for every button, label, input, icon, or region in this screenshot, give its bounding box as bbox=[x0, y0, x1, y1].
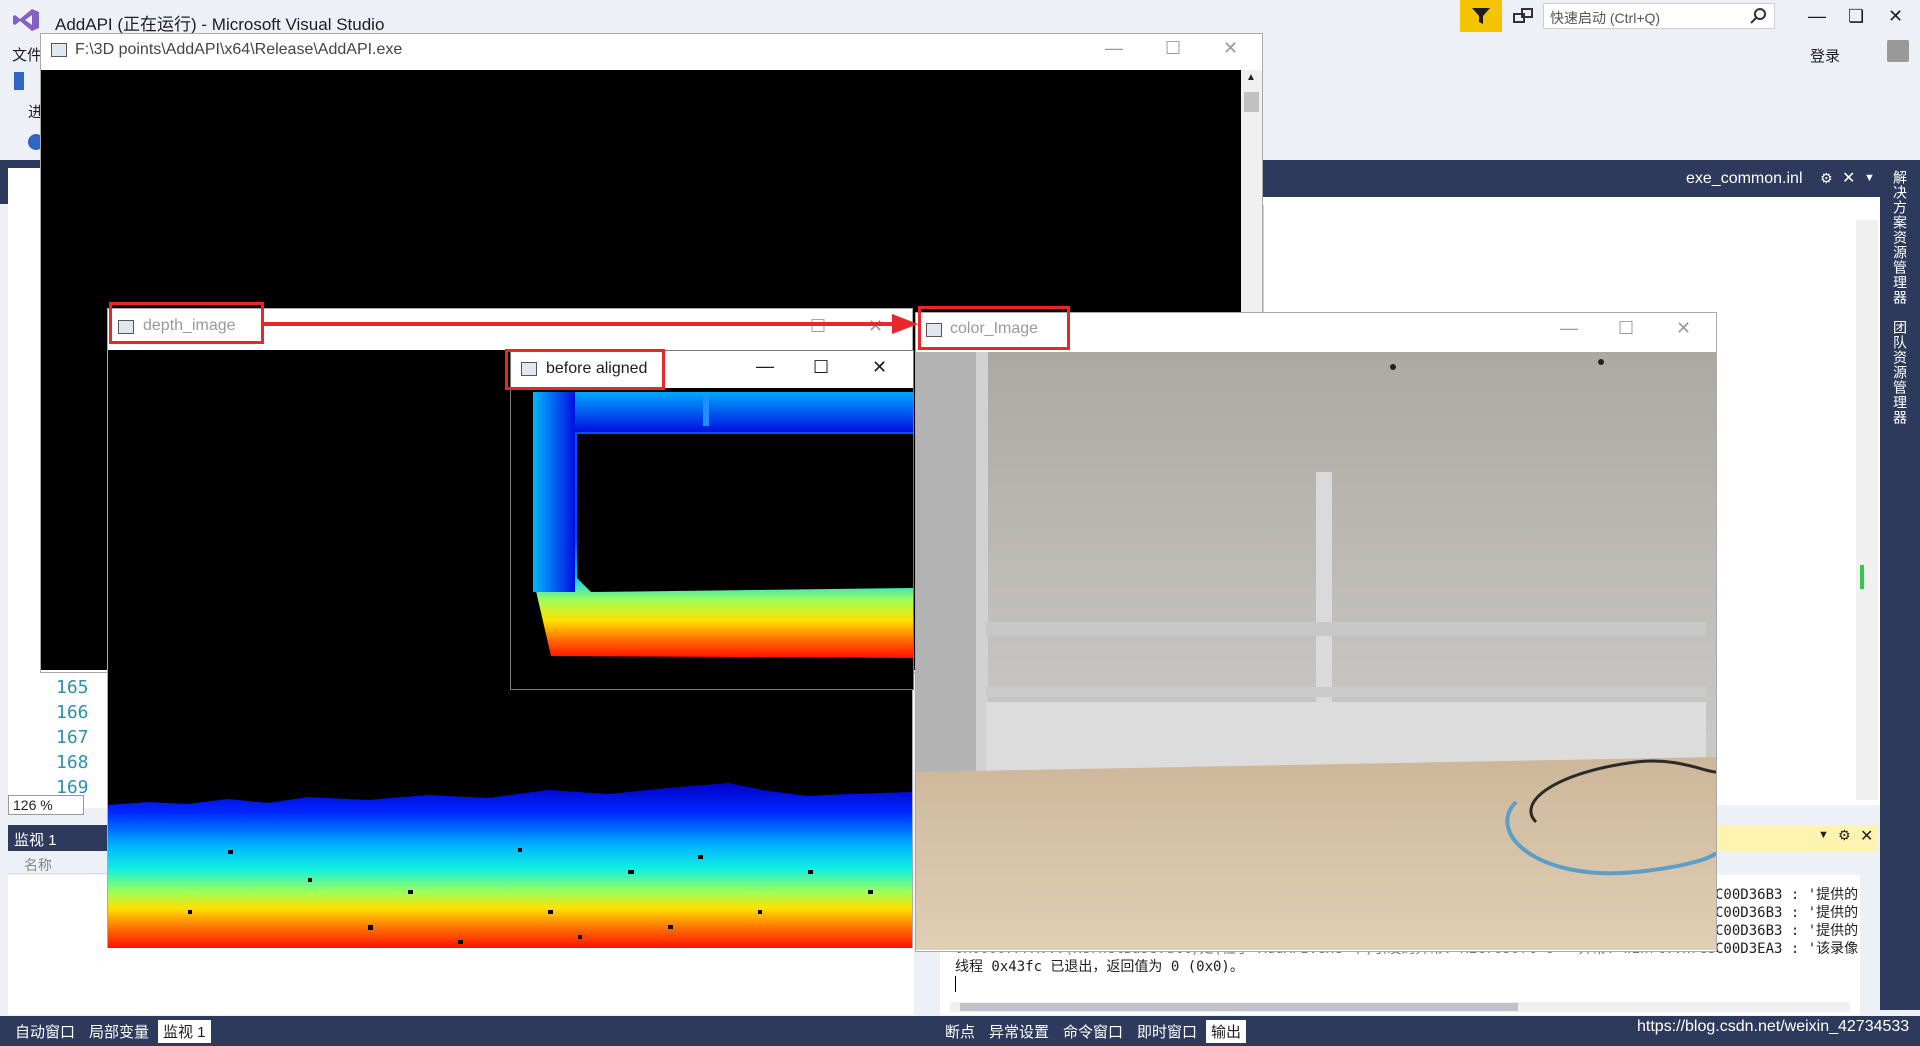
before-minimize-button[interactable]: — bbox=[756, 356, 774, 377]
tab-pin-icon[interactable]: ⚙ bbox=[1820, 170, 1833, 187]
console-app-icon bbox=[51, 43, 67, 57]
tab-command-window[interactable]: 命令窗口 bbox=[1058, 1020, 1128, 1043]
watch-panel-title: 监视 1 bbox=[8, 825, 108, 851]
feedback-icon[interactable] bbox=[1512, 6, 1534, 28]
color-title-highlight bbox=[918, 306, 1070, 350]
line-number: 168 bbox=[56, 752, 89, 773]
quick-launch-input[interactable]: 快速启动 (Ctrl+Q) bbox=[1543, 3, 1775, 29]
output-cursor bbox=[955, 976, 956, 992]
toolbar-pause-icon[interactable] bbox=[14, 72, 24, 90]
before-maximize-button[interactable]: ☐ bbox=[813, 357, 829, 378]
color-close-button[interactable]: ✕ bbox=[1676, 318, 1691, 339]
vs-logo-icon bbox=[13, 9, 39, 31]
console-title: F:\3D points\AddAPI\x64\Release\AddAPI.e… bbox=[75, 41, 403, 58]
vs-close-button[interactable]: ✕ bbox=[1888, 6, 1903, 27]
output-line: C00D3EA3 : '该录像 bbox=[1715, 941, 1859, 957]
tab-immediate-window[interactable]: 即时窗口 bbox=[1132, 1020, 1202, 1043]
tab-dropdown-icon[interactable]: ▼ bbox=[1864, 172, 1875, 184]
vs-restore-button[interactable]: ❏ bbox=[1848, 6, 1864, 27]
editor-scrollbar[interactable] bbox=[1856, 220, 1878, 800]
filter-button[interactable] bbox=[1460, 0, 1502, 32]
color-image-canvas bbox=[916, 352, 1716, 950]
team-explorer-tab[interactable]: 团队资源管理器 bbox=[1890, 320, 1910, 425]
quick-launch-placeholder: 快速启动 (Ctrl+Q) bbox=[1550, 10, 1661, 26]
menu-file[interactable]: 文件 bbox=[12, 44, 42, 65]
search-icon bbox=[1750, 8, 1766, 24]
line-number: 165 bbox=[56, 677, 89, 698]
watch-column-name: 名称 bbox=[8, 852, 108, 874]
tab-breakpoints[interactable]: 断点 bbox=[940, 1020, 980, 1043]
output-header: ▼ ⚙ ✕ bbox=[1718, 825, 1878, 851]
output-line: C00D36B3 : '提供的 bbox=[1715, 887, 1859, 903]
tab-locals[interactable]: 局部变量 bbox=[84, 1020, 154, 1043]
solution-explorer-tab[interactable]: 解决方案资源管理器 bbox=[1890, 170, 1910, 305]
scroll-marker bbox=[1860, 565, 1864, 589]
tab-exe-common[interactable]: exe_common.inl bbox=[1686, 170, 1803, 188]
console-maximize-button[interactable]: ☐ bbox=[1165, 38, 1181, 59]
output-close-icon[interactable]: ✕ bbox=[1860, 826, 1873, 846]
vs-window-title: AddAPI (正在运行) - Microsoft Visual Studio bbox=[55, 15, 385, 34]
vs-minimize-button[interactable]: — bbox=[1808, 6, 1826, 27]
line-number: 169 bbox=[56, 777, 89, 794]
depth-title-highlight bbox=[109, 302, 264, 344]
color-maximize-button[interactable]: ☐ bbox=[1618, 318, 1634, 339]
tab-close-icon[interactable]: ✕ bbox=[1842, 168, 1855, 188]
before-title-highlight bbox=[505, 349, 665, 390]
arrow-icon bbox=[262, 314, 918, 334]
line-number: 167 bbox=[56, 727, 89, 748]
tab-watch1[interactable]: 监视 1 bbox=[158, 1020, 211, 1043]
tab-exception-settings[interactable]: 异常设置 bbox=[984, 1020, 1054, 1043]
console-close-button[interactable]: ✕ bbox=[1223, 38, 1238, 59]
console-scroll-thumb[interactable] bbox=[1244, 92, 1259, 112]
output-line: C00D36B3 : '提供的 bbox=[1715, 905, 1859, 921]
filter-icon bbox=[1472, 8, 1490, 24]
output-pin-icon[interactable]: ⚙ bbox=[1838, 827, 1851, 844]
console-minimize-button[interactable]: — bbox=[1105, 38, 1123, 59]
right-sidebar: 解决方案资源管理器 团队资源管理器 bbox=[1880, 160, 1920, 1010]
before-close-button[interactable]: ✕ bbox=[872, 357, 887, 378]
avatar[interactable] bbox=[1887, 40, 1909, 62]
console-scroll-up-icon[interactable]: ▲ bbox=[1246, 72, 1256, 83]
before-aligned-canvas bbox=[511, 388, 913, 689]
login-link[interactable]: 登录 bbox=[1810, 45, 1840, 66]
output-dropdown-icon[interactable]: ▼ bbox=[1818, 829, 1829, 841]
zoom-select[interactable]: 126 % bbox=[8, 795, 84, 815]
tab-autos[interactable]: 自动窗口 bbox=[10, 1020, 80, 1043]
watermark: https://blog.csdn.net/weixin_42734533 bbox=[1637, 1018, 1910, 1035]
output-line: 线程 0x43fc 已退出，返回值为 0 (0x0)。 bbox=[955, 959, 1244, 975]
color-minimize-button[interactable]: — bbox=[1560, 318, 1578, 339]
line-number: 166 bbox=[56, 702, 89, 723]
tab-output[interactable]: 输出 bbox=[1206, 1020, 1247, 1043]
output-line: C00D36B3 : '提供的 bbox=[1715, 923, 1859, 939]
output-hscroll-thumb[interactable] bbox=[960, 1003, 1518, 1011]
